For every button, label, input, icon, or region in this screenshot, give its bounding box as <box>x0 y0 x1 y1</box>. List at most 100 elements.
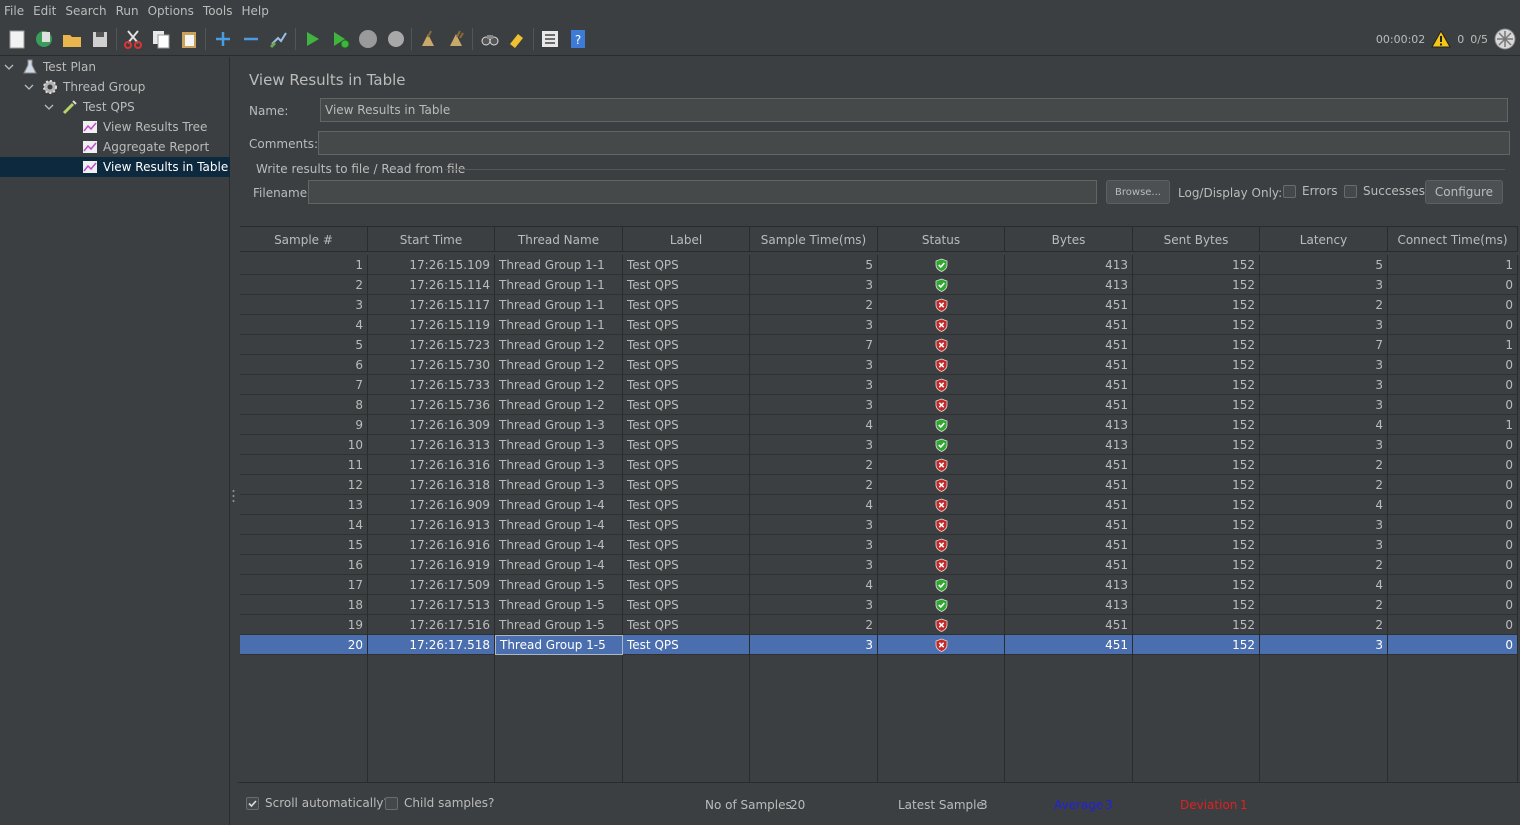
cell-latency: 2 <box>1260 555 1388 575</box>
menu-run[interactable]: Run <box>116 4 139 18</box>
browse-button[interactable]: Browse... <box>1106 180 1170 204</box>
splitter-handle[interactable] <box>230 57 238 825</box>
stop-icon[interactable] <box>356 27 380 51</box>
name-field[interactable]: View Results in Table <box>320 98 1508 122</box>
help-icon[interactable]: ? <box>566 27 590 51</box>
copy-icon[interactable] <box>149 27 173 51</box>
tree-item-view-results-in-table[interactable]: View Results in Table <box>0 157 230 177</box>
reset-search-icon[interactable] <box>505 27 529 51</box>
errors-checkbox[interactable]: Errors <box>1283 184 1338 198</box>
paste-icon[interactable] <box>177 27 201 51</box>
table-row[interactable]: 12 17:26:16.318 Thread Group 1-3 Test QPS 2 4… <box>240 475 1518 495</box>
start-icon[interactable] <box>300 27 324 51</box>
success-shield-icon <box>935 418 948 432</box>
menu-file[interactable]: File <box>4 4 24 18</box>
table-row[interactable]: 20 17:26:17.518 Thread Group 1-5 Test QPS 3 4… <box>240 635 1518 655</box>
cell-sample-time: 3 <box>750 435 878 455</box>
column-header[interactable]: Label <box>623 227 750 252</box>
cell-bytes: 413 <box>1005 575 1133 595</box>
comments-field[interactable] <box>318 131 1510 155</box>
table-row[interactable]: 1 17:26:15.109 Thread Group 1-1 Test QPS 5 41… <box>240 255 1518 275</box>
scroll-automatically-checkbox[interactable]: Scroll automatically? <box>246 796 390 810</box>
menu-options[interactable]: Options <box>148 4 194 18</box>
success-shield-icon <box>935 438 948 452</box>
clear-icon[interactable] <box>416 27 440 51</box>
column-header[interactable]: Status <box>878 227 1005 252</box>
column-header[interactable]: Sample Time(ms) <box>750 227 878 252</box>
cell-status <box>878 455 1005 475</box>
cut-icon[interactable] <box>121 27 145 51</box>
column-header[interactable]: Connect Time(ms) <box>1388 227 1518 252</box>
tree-item-test-qps[interactable]: Test QPS <box>0 97 230 117</box>
table-row[interactable]: 16 17:26:16.919 Thread Group 1-4 Test QPS 3 4… <box>240 555 1518 575</box>
cell-sample-number: 10 <box>240 435 368 455</box>
tree-item-aggregate-report[interactable]: Aggregate Report <box>0 137 230 157</box>
checkbox-box[interactable] <box>1283 184 1296 198</box>
cell-label: Test QPS <box>623 535 750 555</box>
pipette-icon <box>62 99 78 115</box>
open-icon[interactable] <box>60 27 84 51</box>
cell-sent-bytes: 152 <box>1133 335 1260 355</box>
templates-icon[interactable] <box>32 27 56 51</box>
menu-help[interactable]: Help <box>241 4 268 18</box>
checkbox-box[interactable] <box>385 796 398 810</box>
table-row[interactable]: 6 17:26:15.730 Thread Group 1-2 Test QPS 3 45… <box>240 355 1518 375</box>
table-row[interactable]: 8 17:26:15.736 Thread Group 1-2 Test QPS 3 45… <box>240 395 1518 415</box>
cell-connect-time: 0 <box>1388 495 1518 515</box>
column-header[interactable]: Thread Name <box>495 227 623 252</box>
successes-checkbox[interactable]: Successes <box>1344 184 1425 198</box>
new-icon[interactable] <box>5 27 29 51</box>
chevron-down-icon[interactable] <box>44 102 54 112</box>
configure-button[interactable]: Configure <box>1425 180 1503 204</box>
toggle-icon[interactable] <box>267 27 291 51</box>
column-header[interactable]: Start Time <box>368 227 495 252</box>
search-icon[interactable] <box>478 27 502 51</box>
tree-item-thread-group[interactable]: Thread Group <box>0 77 230 97</box>
cell-start-time: 17:26:15.117 <box>368 295 495 315</box>
table-row[interactable]: 17 17:26:17.509 Thread Group 1-5 Test QPS 4 4… <box>240 575 1518 595</box>
column-header[interactable]: Sent Bytes <box>1133 227 1260 252</box>
table-row[interactable]: 11 17:26:16.316 Thread Group 1-3 Test QPS 2 4… <box>240 455 1518 475</box>
child-samples-checkbox[interactable]: Child samples? <box>385 796 494 810</box>
cell-sample-time: 4 <box>750 495 878 515</box>
table-row[interactable]: 3 17:26:15.117 Thread Group 1-1 Test QPS 2 45… <box>240 295 1518 315</box>
checkbox-box[interactable] <box>246 796 259 810</box>
checkbox-box[interactable] <box>1344 184 1357 198</box>
clear-all-icon[interactable] <box>444 27 468 51</box>
warning-icon[interactable] <box>1431 30 1452 48</box>
table-row[interactable]: 10 17:26:16.313 Thread Group 1-3 Test QPS 3 4… <box>240 435 1518 455</box>
cell-connect-time: 0 <box>1388 355 1518 375</box>
shutdown-icon[interactable] <box>384 27 408 51</box>
table-row[interactable]: 13 17:26:16.909 Thread Group 1-4 Test QPS 4 4… <box>240 495 1518 515</box>
menu-edit[interactable]: Edit <box>33 4 56 18</box>
column-header[interactable]: Bytes <box>1005 227 1133 252</box>
chevron-down-icon[interactable] <box>4 62 14 72</box>
column-header[interactable]: Sample # <box>240 227 368 252</box>
table-row[interactable]: 2 17:26:15.114 Thread Group 1-1 Test QPS 3 41… <box>240 275 1518 295</box>
error-shield-icon <box>935 338 948 352</box>
cell-sample-time: 3 <box>750 555 878 575</box>
filename-field[interactable] <box>308 180 1097 204</box>
table-row[interactable]: 18 17:26:17.513 Thread Group 1-5 Test QPS 3 4… <box>240 595 1518 615</box>
tree-item-view-results-tree[interactable]: View Results Tree <box>0 117 230 137</box>
collapse-icon[interactable] <box>239 27 263 51</box>
table-row[interactable]: 7 17:26:15.733 Thread Group 1-2 Test QPS 3 45… <box>240 375 1518 395</box>
menu-search[interactable]: Search <box>65 4 106 18</box>
start-no-pauses-icon[interactable] <box>328 27 352 51</box>
menu-tools[interactable]: Tools <box>203 4 233 18</box>
save-icon[interactable] <box>88 27 112 51</box>
table-row[interactable]: 4 17:26:15.119 Thread Group 1-1 Test QPS 3 45… <box>240 315 1518 335</box>
cell-status <box>878 415 1005 435</box>
chevron-down-icon[interactable] <box>24 82 34 92</box>
table-row[interactable]: 9 17:26:16.309 Thread Group 1-3 Test QPS 4 41… <box>240 415 1518 435</box>
table-row[interactable]: 5 17:26:15.723 Thread Group 1-2 Test QPS 7 45… <box>240 335 1518 355</box>
cell-start-time: 17:26:16.909 <box>368 495 495 515</box>
expand-icon[interactable] <box>211 27 235 51</box>
table-row[interactable]: 15 17:26:16.916 Thread Group 1-4 Test QPS 3 4… <box>240 535 1518 555</box>
cell-status <box>878 615 1005 635</box>
table-row[interactable]: 19 17:26:17.516 Thread Group 1-5 Test QPS 2 4… <box>240 615 1518 635</box>
table-row[interactable]: 14 17:26:16.913 Thread Group 1-4 Test QPS 3 4… <box>240 515 1518 535</box>
tree-item-test-plan[interactable]: Test Plan <box>0 57 230 77</box>
column-header[interactable]: Latency <box>1260 227 1388 252</box>
function-helper-icon[interactable] <box>538 27 562 51</box>
